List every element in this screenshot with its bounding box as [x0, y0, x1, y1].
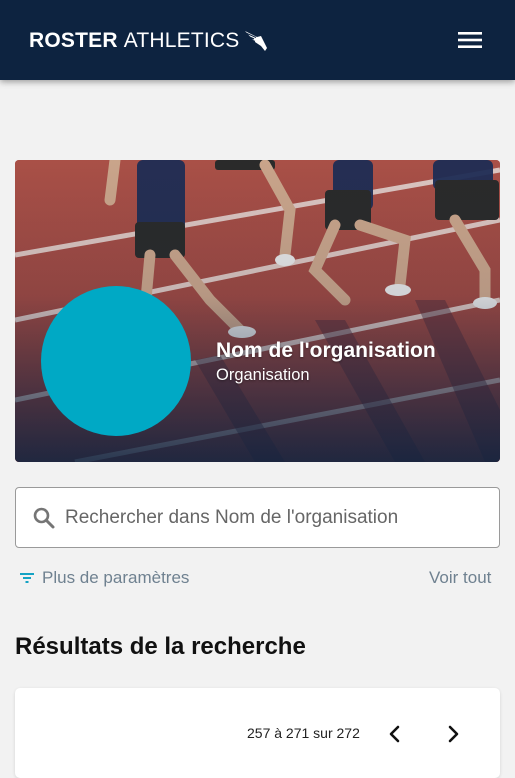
organization-avatar [41, 286, 191, 436]
previous-page-button[interactable] [383, 722, 407, 746]
search-box [15, 487, 500, 548]
next-page-button[interactable] [441, 722, 465, 746]
organization-type: Organisation [216, 366, 310, 384]
search-icon [33, 507, 55, 529]
logo-text-bold: ROSTER [29, 29, 118, 52]
logo-text-light: ATHLETICS [123, 29, 240, 52]
search-input[interactable] [65, 502, 485, 534]
winged-foot-icon [245, 31, 268, 51]
results-card: 257 à 271 sur 272 [15, 688, 500, 778]
hamburger-menu-icon [458, 32, 482, 48]
more-params-button[interactable]: Plus de paramètres [20, 568, 189, 588]
more-params-label: Plus de paramètres [42, 568, 190, 587]
organization-banner: Nom de l'organisation Organisation [15, 160, 500, 462]
filter-icon [20, 573, 34, 583]
logo[interactable]: ROSTER ATHLETICS [29, 28, 269, 54]
menu-button[interactable] [452, 24, 488, 56]
top-bar: ROSTER ATHLETICS [0, 0, 515, 80]
see-all-link[interactable]: Voir tout [429, 568, 491, 588]
pagination-range: 257 à 271 sur 272 [247, 725, 360, 741]
organization-name: Nom de l'organisation [216, 339, 436, 362]
results-title: Résultats de la recherche [15, 633, 306, 660]
chevron-right-icon [448, 725, 459, 743]
chevron-left-icon [389, 725, 400, 743]
